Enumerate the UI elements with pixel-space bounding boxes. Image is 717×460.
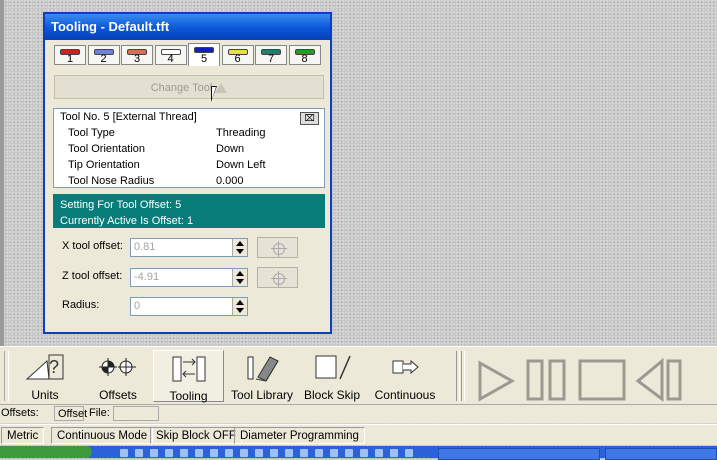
quicklaunch-icon[interactable]: [270, 449, 278, 457]
window-edge: [0, 0, 4, 346]
file-field[interactable]: [113, 406, 159, 421]
media-controls: [478, 357, 682, 402]
tab-tool-7[interactable]: 7: [255, 45, 287, 65]
info-row-nose-radius: Tool Nose Radius 0.000: [68, 175, 244, 187]
quicklaunch-icon[interactable]: [240, 449, 248, 457]
stop-icon[interactable]: [578, 359, 626, 401]
tab-tool-2[interactable]: 2: [87, 45, 120, 65]
z-offset-label: Z tool offset:: [62, 270, 123, 282]
dialog-title[interactable]: Tooling - Default.tft: [45, 14, 330, 40]
tool-info-button[interactable]: ⌧: [300, 112, 319, 125]
info-row-tip-orientation: Tip Orientation Down Left: [68, 159, 266, 171]
tooling-dialog: Tooling - Default.tft 1 2 3 4 5 6 7 8 Ch…: [43, 12, 332, 334]
quicklaunch-icon[interactable]: [120, 449, 128, 457]
continuous-icon: [392, 359, 419, 375]
quicklaunch-icon[interactable]: [210, 449, 218, 457]
tab-tool-8[interactable]: 8: [288, 45, 321, 65]
tab-tool-5[interactable]: 5: [188, 43, 220, 66]
warning-icon: [215, 83, 228, 94]
offsets-icon: [99, 358, 136, 376]
toolbar-separator: [461, 351, 465, 401]
offset-setting-text: Setting For Tool Offset: 5: [60, 199, 182, 211]
quicklaunch-icon[interactable]: [165, 449, 173, 457]
tab-tool-3[interactable]: 3: [121, 45, 153, 65]
rewind-icon[interactable]: [635, 357, 682, 402]
status-bar: Metric Continuous Mode Skip Block OFF Di…: [0, 424, 717, 445]
quicklaunch-icon[interactable]: [345, 449, 353, 457]
quicklaunch-icon[interactable]: [375, 449, 383, 457]
current-offset[interactable]: Offset 1: [54, 406, 87, 435]
radius-spinner[interactable]: [232, 298, 247, 315]
main-toolbar: ? Units Offsets Tooling Tool Library Blo…: [0, 346, 717, 405]
taskbar: [0, 446, 717, 460]
programming-status: Diameter Programming: [234, 427, 365, 444]
offsets-button[interactable]: Offsets: [88, 350, 148, 402]
quicklaunch-icon[interactable]: [135, 449, 143, 457]
mode-status: Continuous Mode: [51, 427, 154, 444]
change-tool-label: Change Tool: [150, 82, 213, 94]
radius-label: Radius:: [62, 299, 100, 311]
start-button[interactable]: [0, 446, 92, 458]
toolbar-separator: [456, 351, 460, 401]
x-offset-input[interactable]: 0.81: [130, 238, 248, 257]
quicklaunch-icon[interactable]: [255, 449, 263, 457]
quicklaunch-icon[interactable]: [390, 449, 398, 457]
tab-tool-6[interactable]: 6: [221, 45, 254, 65]
units-button[interactable]: ? Units: [16, 350, 74, 402]
tab-tool-1[interactable]: 1: [54, 45, 86, 65]
quicklaunch-icon[interactable]: [360, 449, 368, 457]
x-touch-off-button[interactable]: [257, 237, 298, 258]
radius-input[interactable]: 0: [130, 297, 248, 316]
tooling-button[interactable]: Tooling: [153, 350, 224, 403]
units-status: Metric: [1, 427, 45, 444]
change-tool-button[interactable]: Change Tool: [54, 75, 324, 99]
skip-block-status: Skip Block OFF: [150, 427, 242, 444]
info-row-tool-type: Tool Type Threading: [68, 127, 266, 139]
taskbar-window-button[interactable]: [605, 448, 717, 460]
z-offset-input[interactable]: -4.91: [130, 268, 248, 287]
taskbar-window-button[interactable]: [438, 448, 600, 460]
tool-info-panel: Tool No. 5 [External Thread] ⌧ Tool Type…: [53, 108, 325, 188]
play-icon[interactable]: [478, 360, 516, 402]
mouse-cursor-icon: [211, 86, 217, 102]
continuous-button[interactable]: Continuous: [372, 350, 438, 402]
quicklaunch-icon[interactable]: [150, 449, 158, 457]
offsets-label: Offsets:: [1, 407, 39, 419]
tool-tabs: 1 2 3 4 5 6 7 8: [54, 43, 322, 68]
svg-text:?: ?: [49, 357, 59, 377]
crosshair-icon: [271, 241, 287, 257]
x-offset-label: X tool offset:: [62, 240, 123, 252]
tool-library-icon: [247, 356, 279, 382]
offsets-bar: Offsets: Offset 1 File:: [0, 404, 717, 435]
tool-library-button[interactable]: Tool Library: [228, 350, 296, 402]
active-offset-text: Currently Active Is Offset: 1: [60, 215, 194, 227]
x-offset-spinner[interactable]: [232, 239, 247, 256]
tab-tool-4[interactable]: 4: [154, 45, 187, 65]
quicklaunch-icon[interactable]: [405, 449, 413, 457]
quicklaunch-icon[interactable]: [300, 449, 308, 457]
units-icon: ?: [25, 354, 64, 380]
quicklaunch-icon[interactable]: [315, 449, 323, 457]
z-offset-spinner[interactable]: [232, 269, 247, 286]
tool-info-title: Tool No. 5 [External Thread]: [60, 111, 197, 123]
quicklaunch-icon[interactable]: [285, 449, 293, 457]
block-skip-button[interactable]: Block Skip: [300, 350, 364, 402]
z-touch-off-button[interactable]: [257, 267, 298, 288]
quicklaunch-icon[interactable]: [180, 449, 188, 457]
quicklaunch-icon[interactable]: [225, 449, 233, 457]
info-row-tool-orientation: Tool Orientation Down: [68, 143, 245, 155]
offset-status-panel: Setting For Tool Offset: 5 Currently Act…: [53, 194, 325, 228]
toolbar-grip: [4, 351, 9, 401]
file-label: File:: [89, 407, 110, 419]
quicklaunch-icon[interactable]: [195, 449, 203, 457]
block-skip-icon: [315, 355, 351, 380]
crosshair-icon: [271, 271, 287, 287]
tooling-icon: [172, 356, 205, 382]
quicklaunch-icon[interactable]: [330, 449, 338, 457]
pause-icon[interactable]: [526, 359, 566, 401]
